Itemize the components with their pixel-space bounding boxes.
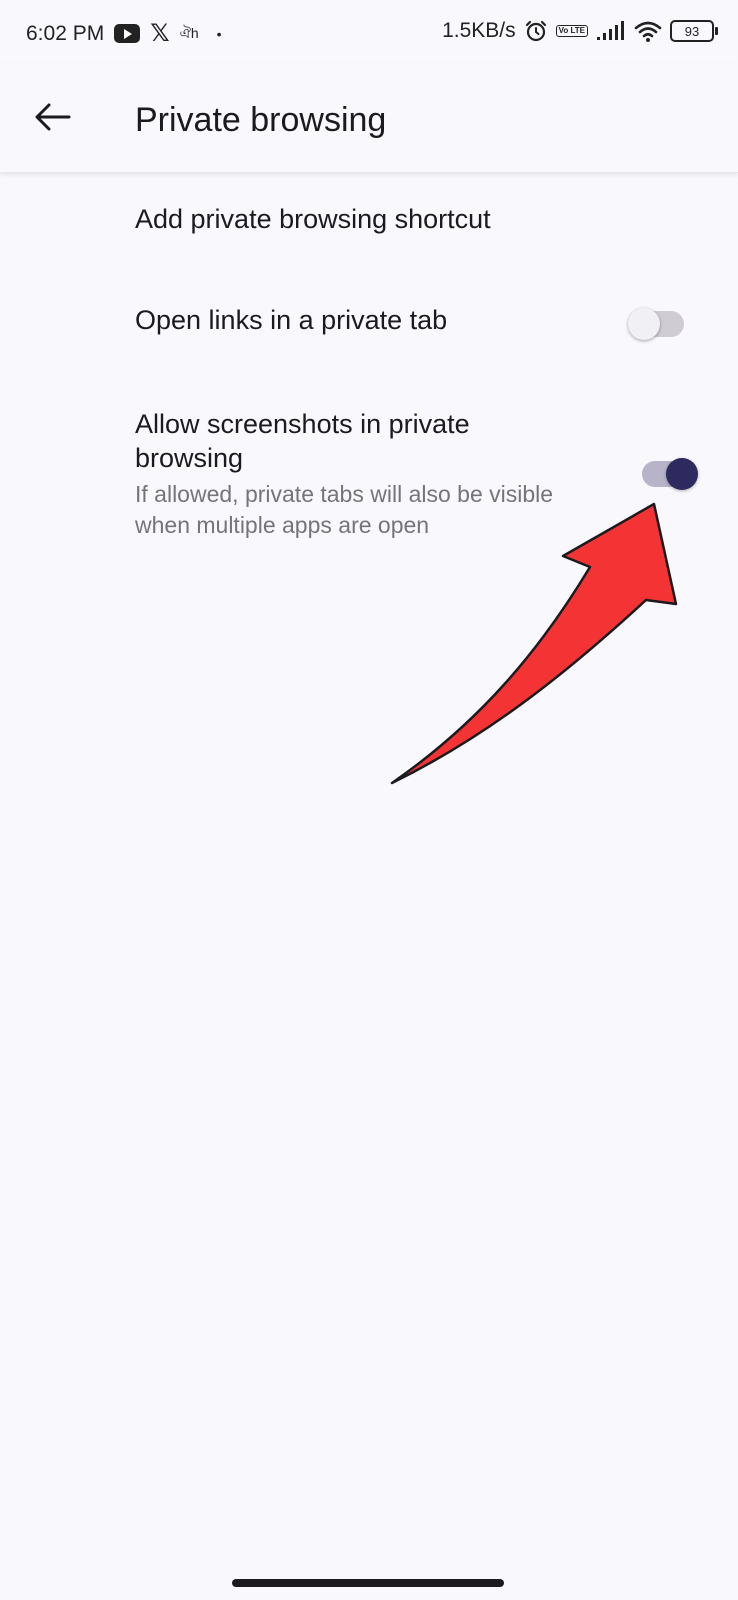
annotation-arrow-icon [390, 502, 678, 785]
home-indicator[interactable] [232, 1579, 504, 1587]
allow-screenshots-toggle[interactable] [642, 458, 698, 490]
status-bar: 6:02 PM 𝕏 ঐh • 1.5KB/s Vo LTE 93 [0, 0, 738, 64]
toggle-thumb [666, 458, 698, 490]
arrow-left-icon [35, 103, 71, 131]
setting-allow-screenshots[interactable]: Allow screenshots in private browsing If… [135, 407, 575, 541]
status-left: 6:02 PM 𝕏 ঐh • [26, 19, 222, 48]
signal-icon [596, 21, 626, 41]
youtube-icon [114, 24, 141, 43]
alarm-icon [524, 19, 548, 43]
app-notification-icon: ঐh [179, 24, 199, 41]
volte-icon: Vo LTE [555, 25, 588, 37]
app-bar: Private browsing [0, 64, 738, 173]
status-right: 1.5KB/s Vo LTE 93 [442, 19, 718, 43]
wifi-icon [634, 20, 662, 42]
back-button[interactable] [28, 92, 78, 142]
setting-label: Add private browsing shortcut [135, 204, 491, 234]
network-speed: 1.5KB/s [442, 19, 516, 42]
setting-label: Allow screenshots in private browsing [135, 409, 470, 473]
status-time: 6:02 PM [26, 21, 105, 45]
setting-add-shortcut[interactable]: Add private browsing shortcut [135, 202, 695, 236]
setting-label: Open links in a private tab [135, 305, 448, 335]
battery-icon: 93 [670, 20, 718, 42]
more-notifications-dot: • [216, 25, 222, 42]
setting-description: If allowed, private tabs will also be vi… [135, 481, 554, 538]
setting-open-links-private[interactable]: Open links in a private tab [135, 303, 695, 337]
toggle-thumb [628, 308, 660, 340]
page-title: Private browsing [135, 101, 387, 139]
open-links-private-toggle[interactable] [628, 308, 684, 340]
x-icon: 𝕏 [150, 20, 170, 47]
